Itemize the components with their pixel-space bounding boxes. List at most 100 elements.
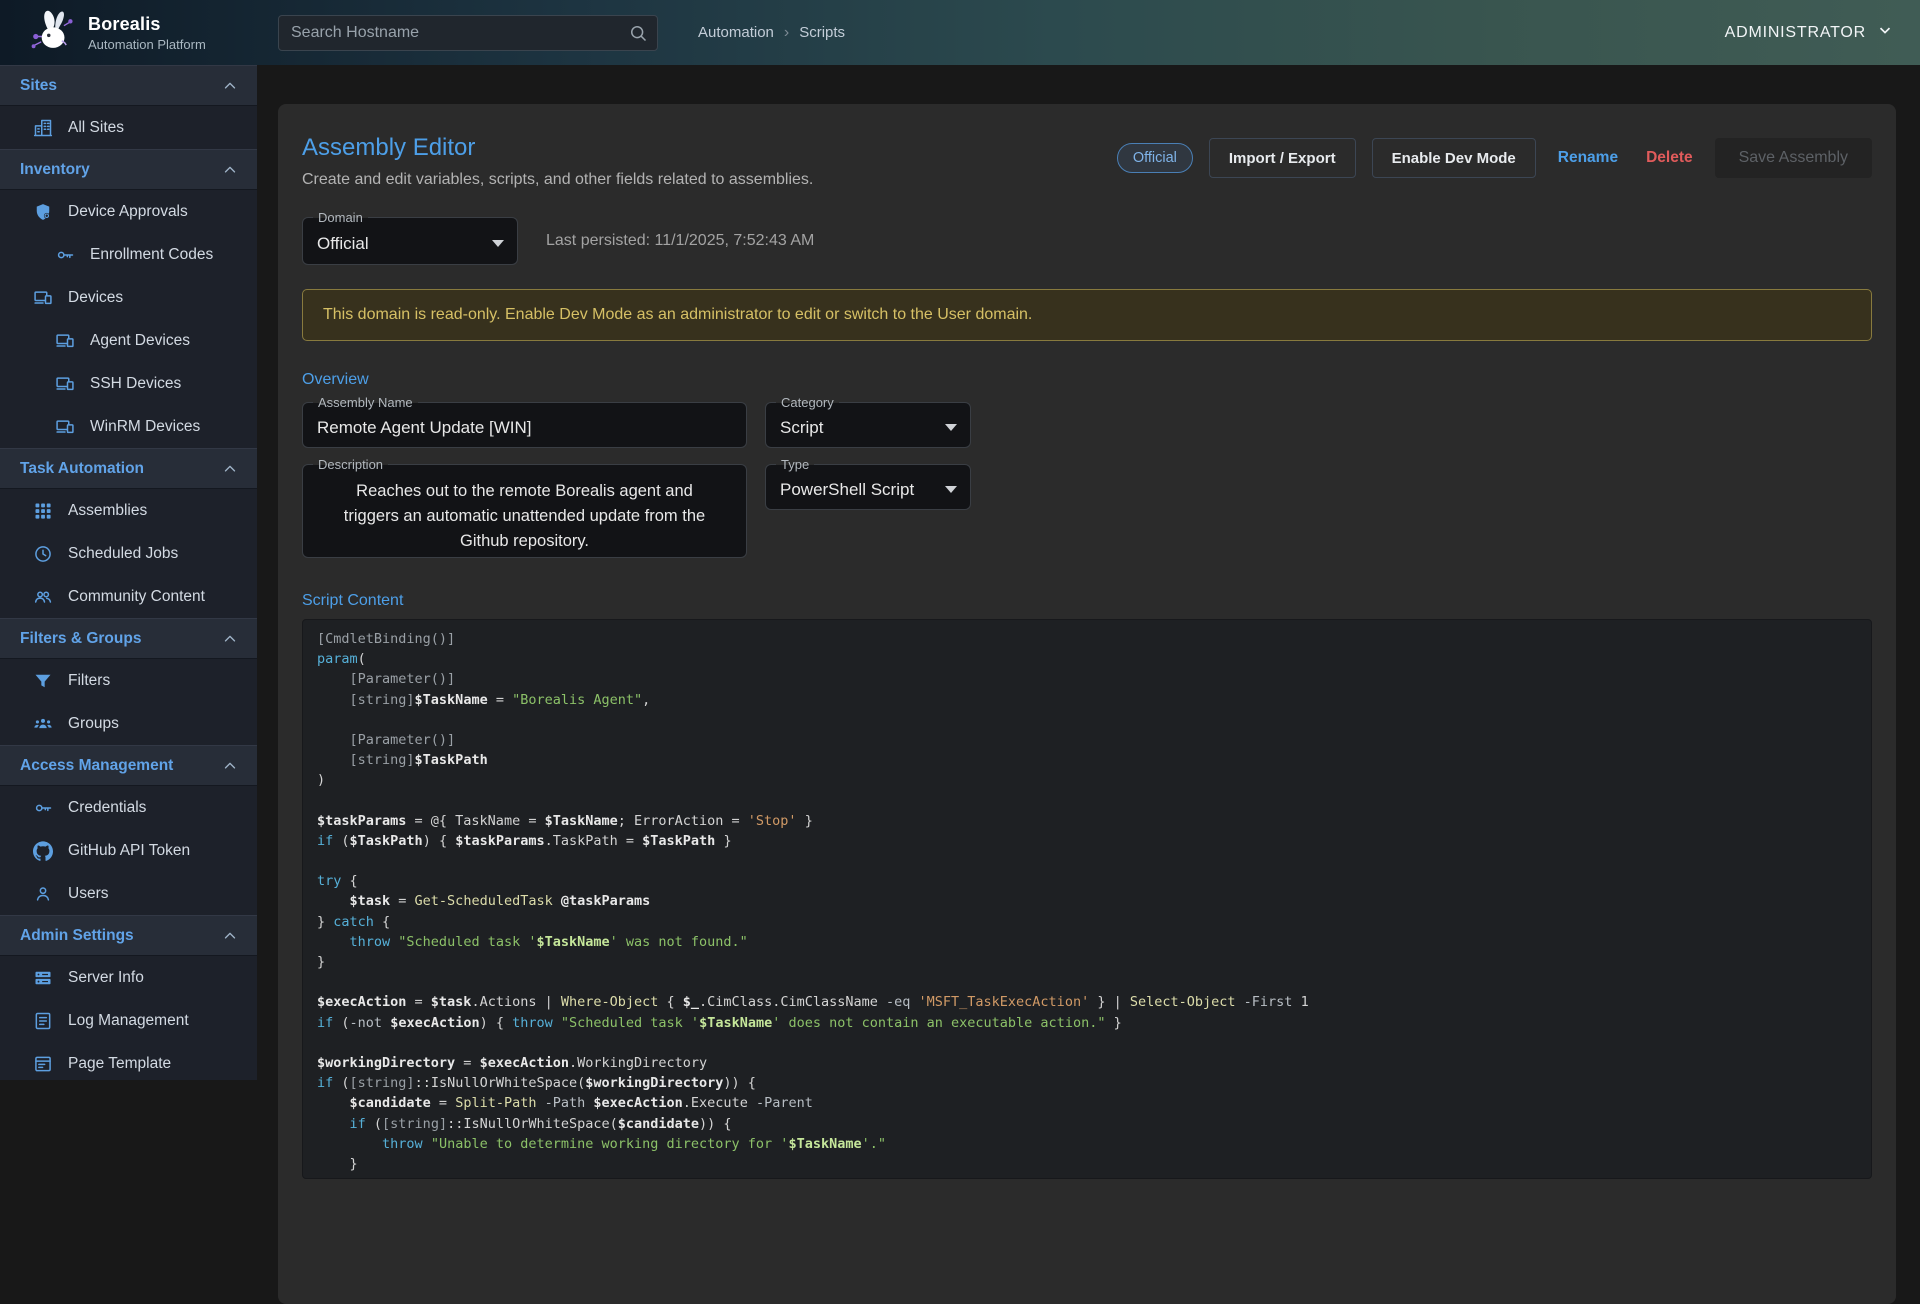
sidebar-item-label: Log Management [68, 1012, 189, 1030]
sidebar-section-label: Filters & Groups [20, 630, 221, 648]
last-persisted-text: Last persisted: 11/1/2025, 7:52:43 AM [546, 232, 814, 250]
chevron-up-icon [221, 927, 239, 945]
grid-icon [32, 501, 53, 521]
code-line: [Parameter()] [317, 669, 1857, 689]
breadcrumb-scripts[interactable]: Scripts [799, 24, 845, 41]
rename-button[interactable]: Rename [1552, 149, 1624, 167]
domain-select[interactable]: Domain Official [302, 217, 518, 265]
sidebar-item-label: Credentials [68, 799, 146, 817]
breadcrumb-automation[interactable]: Automation [698, 24, 774, 41]
sidebar-item-ssh-devices[interactable]: SSH Devices [0, 362, 257, 405]
sidebar-item-credentials[interactable]: Credentials [0, 786, 257, 829]
sidebar-item-label: Assemblies [68, 502, 147, 520]
search-input[interactable] [278, 15, 658, 51]
code-line: } catch { [317, 912, 1857, 932]
code-line: $taskParams = @{ TaskName = $TaskName; E… [317, 811, 1857, 831]
borealis-logo [26, 4, 78, 61]
sidebar-item-enrollment-codes[interactable]: Enrollment Codes [0, 233, 257, 276]
sidebar-section-admin-settings[interactable]: Admin Settings [0, 915, 257, 956]
user-menu[interactable]: ADMINISTRATOR [1725, 21, 1894, 44]
sidebar-item-label: Device Approvals [68, 203, 188, 221]
filter-icon [32, 671, 53, 691]
sidebar-item-device-approvals[interactable]: Device Approvals [0, 190, 257, 233]
description-label: Description [313, 457, 388, 473]
sidebar-item-filters[interactable]: Filters [0, 659, 257, 702]
brand-subtitle: Automation Platform [88, 37, 206, 52]
chevron-up-icon [221, 757, 239, 775]
key-icon [32, 798, 53, 818]
sidebar-section-label: Inventory [20, 161, 221, 179]
brand: Borealis Automation Platform [26, 4, 278, 61]
assembly-name-field[interactable]: Assembly Name Remote Agent Update [WIN] [302, 402, 747, 448]
code-line: try { [317, 871, 1857, 891]
enable-dev-mode-button[interactable]: Enable Dev Mode [1372, 138, 1536, 178]
page-subtitle: Create and edit variables, scripts, and … [302, 171, 813, 189]
code-line [317, 791, 1857, 811]
delete-button[interactable]: Delete [1640, 149, 1699, 167]
sidebar-section-task-automation[interactable]: Task Automation [0, 448, 257, 489]
import-export-button[interactable]: Import / Export [1209, 138, 1356, 178]
domain-label: Domain [313, 210, 368, 226]
sidebar-item-community-content[interactable]: Community Content [0, 575, 257, 618]
sidebar-section-sites[interactable]: Sites [0, 65, 257, 106]
sidebar-item-label: Groups [68, 715, 119, 733]
code-line: $task = Get-ScheduledTask @taskParams [317, 891, 1857, 911]
read-only-warning: This domain is read-only. Enable Dev Mod… [302, 289, 1872, 341]
sidebar-item-label: Enrollment Codes [90, 246, 213, 264]
devices-icon [54, 331, 75, 351]
code-line: if ([string]::IsNullOrWhiteSpace($candid… [317, 1114, 1857, 1134]
sidebar-item-scheduled-jobs[interactable]: Scheduled Jobs [0, 532, 257, 575]
sidebar-item-label: Agent Devices [90, 332, 190, 350]
sidebar-item-devices[interactable]: Devices [0, 276, 257, 319]
chevron-up-icon [221, 630, 239, 648]
chevron-up-icon [221, 161, 239, 179]
sidebar-item-agent-devices[interactable]: Agent Devices [0, 319, 257, 362]
script-editor[interactable]: [CmdletBinding()]param( [Parameter()] [s… [302, 619, 1872, 1179]
sidebar-item-label: Devices [68, 289, 123, 307]
log-icon [32, 1011, 53, 1031]
save-assembly-button[interactable]: Save Assembly [1715, 138, 1872, 178]
page-title: Assembly Editor [302, 134, 813, 162]
sidebar-item-github-api-token[interactable]: GitHub API Token [0, 829, 257, 872]
sidebar-item-label: Server Info [68, 969, 144, 987]
category-label: Category [776, 395, 839, 411]
assembly-name-label: Assembly Name [313, 395, 418, 411]
script-content-label: Script Content [302, 592, 1872, 610]
server-icon [32, 968, 53, 988]
code-line: [CmdletBinding()] [317, 629, 1857, 649]
sidebar: SitesAll Sites Inventory Device Approvals E… [0, 65, 257, 1080]
sidebar-section-inventory[interactable]: Inventory [0, 149, 257, 190]
sidebar-item-assemblies[interactable]: Assemblies [0, 489, 257, 532]
devices-icon [54, 417, 75, 437]
code-line: if ([string]::IsNullOrWhiteSpace($workin… [317, 1073, 1857, 1093]
topbar: Borealis Automation Platform Automation … [0, 0, 1920, 65]
dropdown-caret-icon [492, 240, 504, 247]
sidebar-item-all-sites[interactable]: All Sites [0, 106, 257, 149]
code-line [317, 1033, 1857, 1053]
search-icon [628, 23, 648, 48]
sidebar-item-groups[interactable]: Groups [0, 702, 257, 745]
code-line: if ($TaskPath) { $taskParams.TaskPath = … [317, 831, 1857, 851]
breadcrumb: Automation › Scripts [698, 24, 845, 42]
type-select[interactable]: Type PowerShell Script [765, 464, 971, 510]
category-select[interactable]: Category Script [765, 402, 971, 448]
key-icon [54, 245, 75, 265]
code-line [317, 972, 1857, 992]
devices-icon [54, 374, 75, 394]
devices-icon [32, 288, 53, 308]
code-line: $candidate = Split-Path -Path $execActio… [317, 1093, 1857, 1113]
sidebar-section-filters-groups[interactable]: Filters & Groups [0, 618, 257, 659]
dropdown-caret-icon [945, 486, 957, 493]
code-line: ) [317, 770, 1857, 790]
code-line: throw "Scheduled task '$TaskName' was no… [317, 932, 1857, 952]
sidebar-item-page-template[interactable]: Page Template [0, 1042, 257, 1080]
groups-icon [32, 714, 53, 734]
sidebar-item-winrm-devices[interactable]: WinRM Devices [0, 405, 257, 448]
sidebar-item-users[interactable]: Users [0, 872, 257, 915]
assembly-editor-card: Assembly Editor Create and edit variable… [278, 104, 1896, 1304]
description-field[interactable]: Description Reaches out to the remote Bo… [302, 464, 747, 558]
chevron-down-icon [1876, 21, 1894, 44]
sidebar-item-server-info[interactable]: Server Info [0, 956, 257, 999]
sidebar-item-log-management[interactable]: Log Management [0, 999, 257, 1042]
sidebar-section-access-management[interactable]: Access Management [0, 745, 257, 786]
